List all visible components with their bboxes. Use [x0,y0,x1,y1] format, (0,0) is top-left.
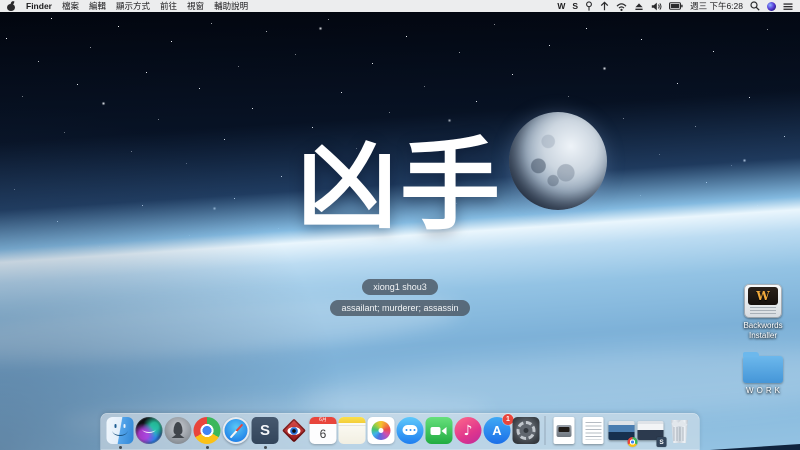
finder-icon [107,417,134,444]
menu-clock[interactable]: 週三 下午6:28 [690,0,743,12]
siri-icon[interactable] [767,2,776,11]
battery-icon[interactable] [669,2,683,10]
dock-chrome[interactable] [194,417,221,444]
flashcard-captions: xiong1 shou3 assailant; murderer; assass… [0,279,800,316]
menu-window[interactable]: 視窗 [187,0,204,12]
menu-edit[interactable]: 編輯 [89,0,106,12]
notes-icon [339,417,366,444]
dock-trash[interactable] [667,417,694,444]
trash-full-icon [670,420,690,443]
backwords-logo: W [756,289,769,303]
eject-icon[interactable] [634,2,644,11]
calendar-icon: 6月 6 [310,417,337,444]
flashcard-word: 凶手 [0,136,800,236]
dock-minimized-chrome-window[interactable] [609,417,636,444]
gear-icon [513,417,540,444]
launchpad-rocket-icon [165,417,192,444]
running-indicator [206,446,209,449]
desktop-icon-work-folder[interactable]: WORK [731,351,796,396]
sublime-badge-icon: S [657,437,667,447]
desktop: 凶手 xiong1 shou3 assailant; murderer; ass… [0,0,800,450]
dock-disk-image-file[interactable] [551,417,578,444]
dock-sublime-text[interactable]: S [252,417,279,444]
dock-siri[interactable] [136,417,163,444]
apple-menu-icon[interactable] [7,1,16,12]
dock-facetime[interactable] [426,417,453,444]
dock-safari[interactable] [223,417,250,444]
definition-pill: assailant; murderer; assassin [330,300,469,316]
calendar-day: 6 [310,424,337,444]
safari-compass-icon [223,417,250,444]
dock-minimized-sublime-window[interactable]: S [638,417,665,444]
dock-text-document[interactable] [580,417,607,444]
volume-icon[interactable] [651,2,662,11]
chrome-icon [194,417,221,444]
app-store-letter: A [492,423,501,438]
arrow-up-icon[interactable] [600,1,609,11]
dock-eye-gem-app[interactable] [281,417,308,444]
red-gem-eye-icon [281,417,308,444]
music-note-icon: ♪ [464,424,473,438]
dmg-file-icon [551,417,578,444]
dock-launchpad[interactable] [165,417,192,444]
menu-bar: Finder 檔案 編輯 顯示方式 前往 視窗 輔助說明 W S 週三 下午6:… [0,0,800,12]
dock-system-preferences[interactable] [513,417,540,444]
disk-image-icon: W [744,284,782,318]
sublime-letter: S [260,422,270,439]
desktop-icon-label: WORK [734,386,796,396]
desktop-icon-label: Backwords Installer [732,321,794,342]
notification-center-icon[interactable] [783,2,793,11]
text-document-icon [580,417,607,444]
dock-finder[interactable] [107,417,134,444]
desktop-icon-backwords-installer[interactable]: W Backwords Installer [732,284,794,342]
backwords-menu-extra[interactable]: W [557,1,565,11]
dock: S 6月 6 ♪ A 1 [101,413,700,450]
facetime-camera-icon [426,417,453,444]
running-indicator [264,446,267,449]
dock-calendar[interactable]: 6月 6 [310,417,337,444]
app-menu-finder[interactable]: Finder [26,1,52,11]
photos-flower-icon [368,417,395,444]
menu-go[interactable]: 前往 [160,0,177,12]
sublime-icon: S [252,417,279,444]
siri-app-icon [136,417,163,444]
folder-icon [743,356,783,383]
dock-itunes[interactable]: ♪ [455,417,482,444]
pinyin-pill: xiong1 shou3 [362,279,438,295]
dock-photos[interactable] [368,417,395,444]
spotlight-icon[interactable] [750,1,760,11]
menu-help[interactable]: 輔助說明 [214,0,248,12]
dock-divider [545,416,546,445]
dock-app-store[interactable]: A 1 [484,417,511,444]
menu-file[interactable]: 檔案 [62,0,79,12]
calendar-month: 6月 [310,417,337,424]
dock-messages[interactable] [397,417,424,444]
running-indicator [119,446,122,449]
s-menu-extra[interactable]: S [572,1,578,11]
dock-notes[interactable] [339,417,366,444]
itunes-icon: ♪ [455,417,482,444]
chrome-badge-icon [628,437,638,447]
menu-view[interactable]: 顯示方式 [116,0,150,12]
desktop-icon-area: W Backwords Installer WORK [731,284,795,396]
location-icon[interactable] [585,1,593,11]
wifi-icon[interactable] [616,2,627,11]
messages-bubble-icon [397,417,424,444]
